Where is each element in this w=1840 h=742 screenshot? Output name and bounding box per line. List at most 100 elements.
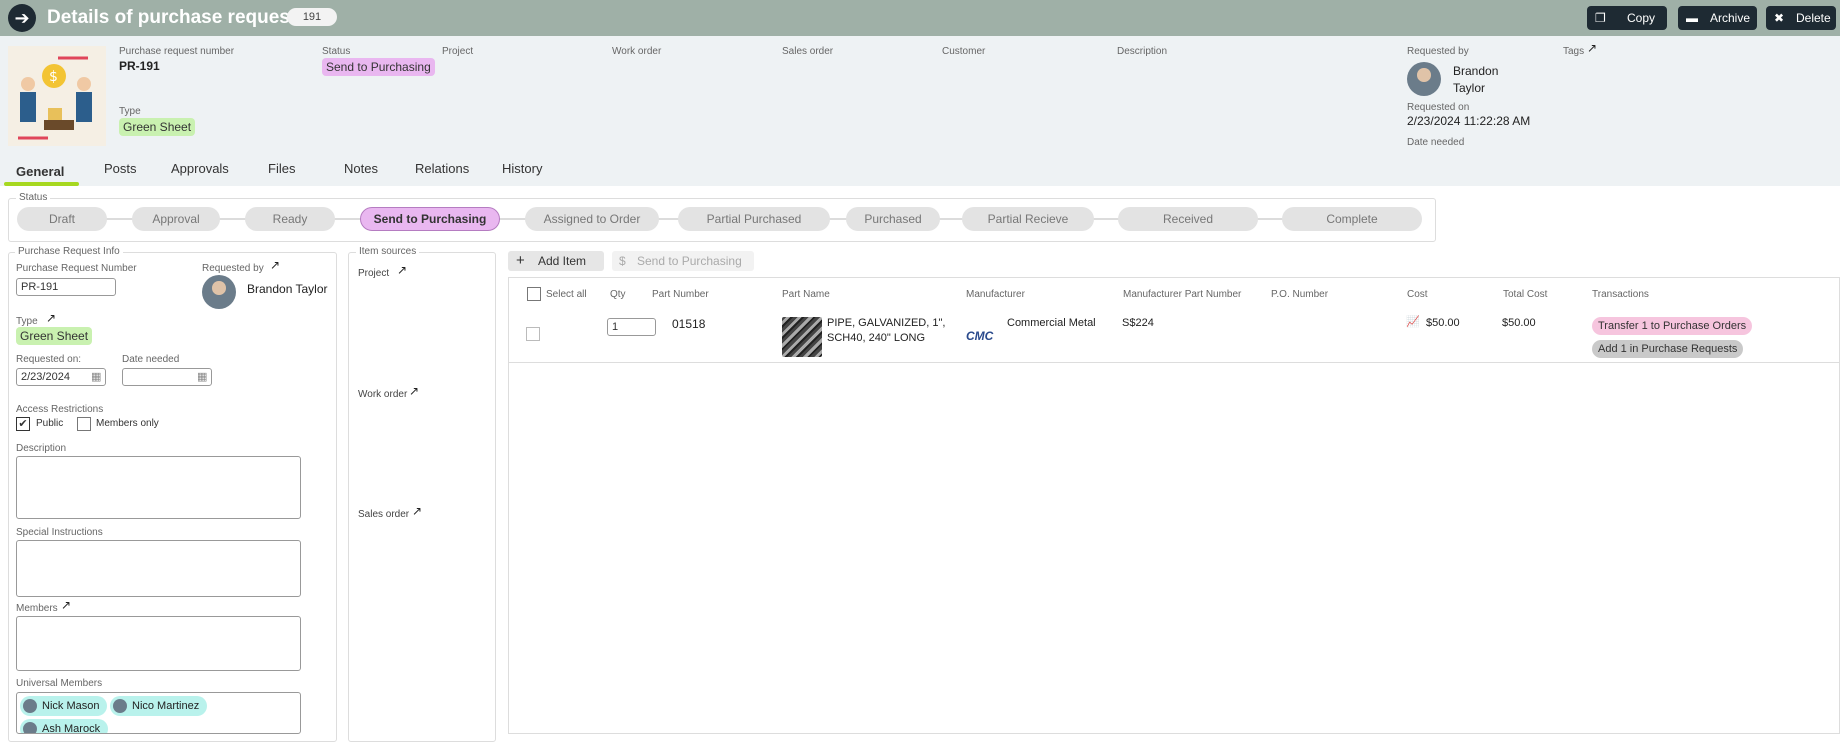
part-image — [782, 317, 822, 357]
row-checkbox[interactable] — [526, 327, 540, 341]
col-transactions: Transactions — [1592, 289, 1649, 300]
close-icon: ✖ — [1774, 11, 1785, 25]
step-complete[interactable]: Complete — [1282, 207, 1422, 231]
pr-number-field-label: Purchase Request Number — [16, 263, 137, 274]
tab-files[interactable]: Files — [268, 161, 295, 176]
requested-on-field-label: Requested on: — [16, 354, 82, 365]
source-project-label: Project — [358, 268, 390, 279]
back-arrow-icon[interactable]: ➔ — [8, 4, 36, 32]
send-to-purchasing-button[interactable]: $ Send to Purchasing — [612, 251, 754, 271]
requested-on-label: Requested on — [1407, 102, 1470, 113]
description-textarea[interactable] — [16, 456, 301, 519]
page-title: Details of purchase request — [47, 7, 297, 28]
row-divider — [508, 362, 1840, 363]
sales-order-label: Sales order — [782, 46, 834, 57]
manufacturer-part-number: S$224 — [1122, 317, 1154, 329]
step-draft[interactable]: Draft — [17, 207, 107, 231]
source-work-order-label: Work order — [358, 389, 408, 400]
special-instructions-textarea[interactable] — [16, 540, 301, 597]
member-name: Ash Marock — [42, 723, 101, 734]
manufacturer: Commercial Metal — [1007, 317, 1096, 329]
select-all-checkbox[interactable] — [527, 287, 541, 301]
sales-order-link-icon[interactable]: ↗ — [412, 504, 422, 518]
send-to-purchasing-label: Send to Purchasing — [637, 254, 742, 268]
members-link-icon[interactable]: ↗ — [61, 598, 71, 612]
add-to-pr-button[interactable]: Add 1 in Purchase Requests — [1592, 340, 1744, 358]
step-approval[interactable]: Approval — [132, 207, 220, 231]
step-partial-purchased[interactable]: Partial Purchased — [678, 207, 830, 231]
pr-requested-by: Brandon Taylor — [247, 282, 328, 296]
member-chip[interactable]: Nico Martinez — [110, 696, 208, 716]
purchase-illustration: $ — [8, 46, 106, 146]
avatar — [1407, 62, 1441, 96]
col-total-cost: Total Cost — [1503, 289, 1548, 300]
status-legend: Status — [16, 192, 51, 203]
calendar-icon[interactable]: ▦ — [197, 370, 207, 383]
pr-requested-by-label: Requested by — [202, 263, 264, 274]
avatar — [23, 699, 37, 713]
pr-number-field[interactable]: PR-191 — [16, 278, 116, 296]
cost: $50.00 — [1426, 317, 1460, 329]
pr-number: PR-191 — [119, 59, 160, 73]
work-order-link-icon[interactable]: ↗ — [409, 384, 419, 398]
tab-posts[interactable]: Posts — [104, 161, 137, 176]
source-sales-order-label: Sales order — [358, 509, 410, 520]
tab-notes[interactable]: Notes — [344, 161, 378, 176]
step-purchased[interactable]: Purchased — [846, 207, 940, 231]
manufacturer-logo: CMC — [966, 329, 994, 343]
requested-by-first: Brandon — [1453, 64, 1499, 78]
copy-button[interactable]: ❐ Copy — [1587, 6, 1667, 30]
member-chip[interactable]: Ash Marock — [20, 719, 109, 734]
active-tab-indicator — [4, 182, 79, 186]
tab-history[interactable]: History — [502, 161, 542, 176]
part-number: 01518 — [672, 317, 706, 331]
step-send-to-purchasing[interactable]: Send to Purchasing — [360, 207, 500, 231]
col-manufacturer: Manufacturer — [966, 289, 1025, 300]
type-link-icon[interactable]: ↗ — [46, 311, 56, 325]
requested-on: 2/23/2024 11:22:28 AM — [1407, 114, 1531, 128]
select-all-label: Select all — [546, 289, 587, 300]
add-item-button[interactable]: + Add Item — [508, 251, 604, 271]
col-qty: Qty — [610, 289, 626, 300]
col-cost: Cost — [1407, 289, 1428, 300]
description-field-label: Description — [16, 443, 67, 454]
members-only-checkbox[interactable] — [77, 417, 91, 431]
item-sources-legend: Item sources — [356, 246, 420, 257]
transfer-to-po-button[interactable]: Transfer 1 to Purchase Orders — [1592, 317, 1753, 335]
members-only-label: Members only — [96, 418, 159, 429]
copy-icon: ❐ — [1595, 11, 1606, 25]
step-ready[interactable]: Ready — [245, 207, 335, 231]
dollar-icon: $ — [619, 254, 626, 268]
step-assigned-to-order[interactable]: Assigned to Order — [525, 207, 659, 231]
special-instructions-label: Special Instructions — [16, 527, 103, 538]
pr-type-badge: Green Sheet — [16, 327, 93, 345]
requested-by-link-icon[interactable]: ↗ — [270, 258, 280, 272]
calendar-icon[interactable]: ▦ — [91, 370, 101, 383]
archive-button[interactable]: ▬ Archive — [1678, 6, 1757, 30]
public-checkbox[interactable]: ✔ — [16, 417, 30, 431]
item-sources-panel — [348, 252, 496, 742]
tab-approvals[interactable]: Approvals — [171, 161, 229, 176]
tab-general[interactable]: General — [16, 164, 64, 179]
delete-label: Delete — [1796, 11, 1831, 25]
part-name-line2: SCH40, 240" LONG — [827, 332, 926, 344]
mouse-cursor — [268, 340, 280, 354]
type-label: Type — [119, 106, 141, 117]
step-received[interactable]: Received — [1118, 207, 1258, 231]
members-box[interactable] — [16, 616, 301, 671]
universal-members-label: Universal Members — [16, 678, 103, 689]
requested-by-last: Taylor — [1453, 81, 1486, 95]
svg-text:$: $ — [49, 69, 58, 85]
member-chip[interactable]: Nick Mason — [20, 696, 108, 716]
delete-button[interactable]: ✖ Delete — [1766, 6, 1836, 30]
qty-input[interactable]: 1 — [607, 318, 656, 336]
step-partial-recieve[interactable]: Partial Recieve — [962, 207, 1094, 231]
project-link-icon[interactable]: ↗ — [397, 263, 407, 277]
tab-relations[interactable]: Relations — [415, 161, 469, 176]
archive-label: Archive — [1710, 11, 1751, 25]
part-name-line1: PIPE, GALVANIZED, 1", — [827, 317, 946, 329]
chart-icon[interactable]: 📈 — [1406, 315, 1420, 328]
project-label: Project — [442, 46, 474, 57]
col-part-name: Part Name — [782, 289, 830, 300]
external-link-icon[interactable]: ↗ — [1587, 41, 1597, 55]
